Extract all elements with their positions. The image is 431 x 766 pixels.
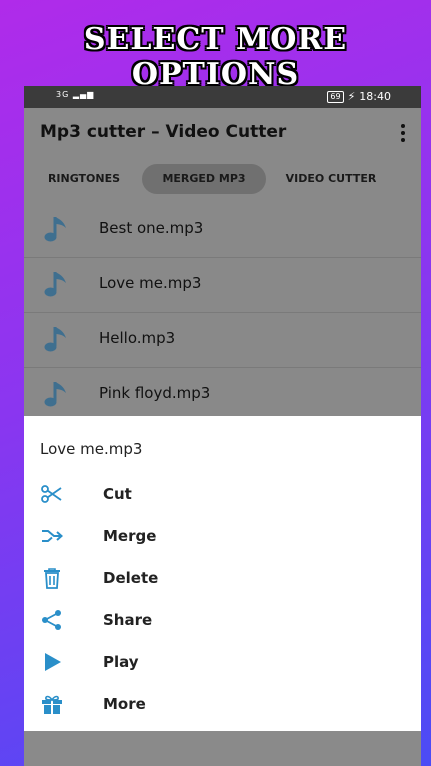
phone-screen: 3G ▂▄▆ 69 ⚡ 18:40 Mp3 cutter – Video Cut… — [24, 86, 421, 766]
file-name: Hello.mp3 — [99, 329, 176, 347]
option-label: Merge — [103, 527, 157, 545]
option-label: Play — [103, 653, 139, 671]
music-note-icon — [44, 272, 66, 297]
signal-indicator: 3G ▂▄▆ — [56, 90, 94, 99]
sheet-title: Love me.mp3 — [40, 440, 143, 458]
network-type: 3G — [56, 90, 70, 99]
option-label: More — [103, 695, 146, 713]
merge-icon — [42, 530, 64, 542]
charging-icon: ⚡ — [347, 90, 356, 103]
delete-option[interactable]: Delete — [24, 558, 421, 598]
more-option[interactable]: More — [24, 684, 421, 724]
file-name: Best one.mp3 — [99, 219, 204, 237]
file-list: Best one.mp3 Love me.mp3 Hello.mp3 Pink … — [24, 202, 421, 416]
merge-option[interactable]: Merge — [24, 516, 421, 556]
option-label: Delete — [103, 569, 159, 587]
option-label: Cut — [103, 485, 132, 503]
signal-icon: ▂▄▆ — [72, 90, 95, 99]
music-note-icon — [44, 327, 66, 352]
list-item[interactable]: Best one.mp3 — [24, 202, 421, 258]
scissors-icon — [41, 485, 62, 503]
option-label: Share — [103, 611, 153, 629]
app-bar: Mp3 cutter – Video Cutter — [24, 108, 421, 158]
battery-icon: 69 — [327, 90, 344, 103]
list-item[interactable]: Love me.mp3 — [24, 257, 421, 313]
list-item[interactable]: Hello.mp3 — [24, 312, 421, 368]
app-title: Mp3 cutter – Video Cutter — [40, 122, 287, 142]
tab-merged-mp3[interactable]: MERGED MP3 — [142, 164, 266, 194]
status-bar: 3G ▂▄▆ 69 ⚡ 18:40 — [24, 86, 421, 108]
options-sheet: Love me.mp3 Cut Merge Delete Share Play … — [24, 416, 421, 731]
gift-icon — [42, 695, 62, 714]
cut-option[interactable]: Cut — [24, 474, 421, 514]
play-option[interactable]: Play — [24, 642, 421, 682]
music-note-icon — [44, 217, 66, 242]
trash-icon — [44, 568, 60, 589]
overflow-menu-icon[interactable] — [401, 124, 405, 142]
file-name: Love me.mp3 — [99, 274, 202, 292]
tab-video-cutter[interactable]: VIDEO CUTTER — [278, 164, 384, 194]
clock: 18:40 — [359, 90, 391, 103]
music-note-icon — [44, 382, 66, 407]
list-item[interactable]: Pink floyd.mp3 — [24, 367, 421, 422]
tab-bar: RINGTONES MERGED MP3 VIDEO CUTTER — [24, 158, 421, 202]
share-option[interactable]: Share — [24, 600, 421, 640]
share-icon — [42, 610, 61, 630]
file-name: Pink floyd.mp3 — [99, 384, 211, 402]
dimmed-background — [24, 731, 421, 766]
promo-banner: SELECT MORE OPTIONS — [83, 22, 348, 92]
play-icon — [45, 653, 61, 671]
tab-ringtones[interactable]: RINGTONES — [34, 164, 134, 194]
